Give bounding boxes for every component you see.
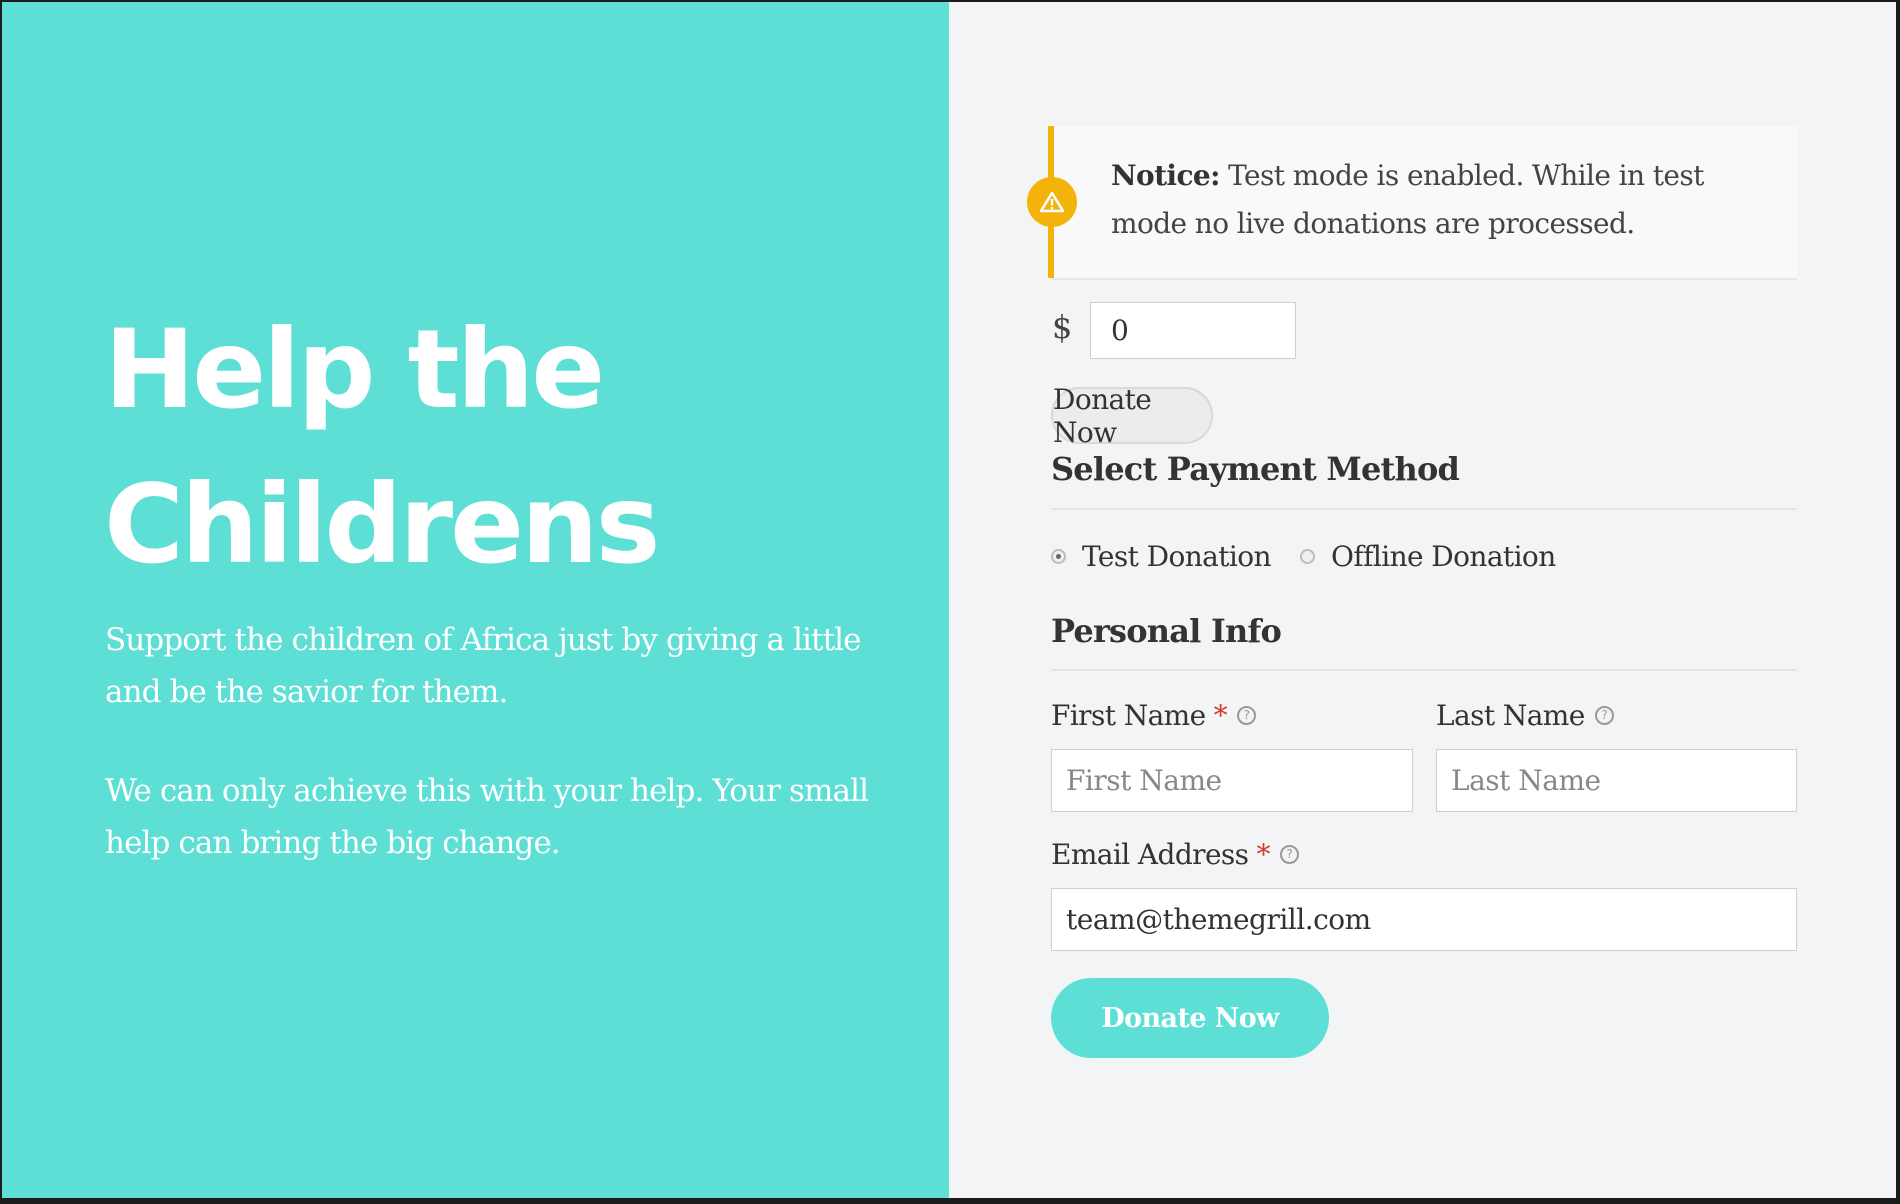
payment-option-offline-donation[interactable]: Offline Donation [1300,540,1556,573]
email-label: Email Address * ? [1051,838,1299,871]
required-asterisk: * [1256,838,1270,871]
donate-now-submit-button[interactable]: Donate Now [1051,978,1329,1058]
donate-now-amount-button[interactable]: Donate Now [1051,383,1213,449]
hero-title: Help the Childrens [104,292,864,602]
warning-icon [1027,177,1077,227]
notice-label: Notice: [1111,159,1220,192]
donation-page: Help the Childrens Support the children … [2,2,1896,1198]
first-name-field[interactable] [1051,749,1413,812]
notice-text: Notice: Test mode is enabled. While in t… [1111,152,1781,248]
help-icon[interactable]: ? [1594,706,1614,725]
hero-panel: Help the Childrens Support the children … [2,2,949,1198]
payment-divider [1051,508,1797,510]
personal-info-title: Personal Info [1051,612,1282,650]
last-name-field[interactable] [1436,749,1797,812]
payment-option-label: Test Donation [1082,540,1272,573]
radio-test-donation[interactable] [1051,549,1066,564]
help-icon[interactable]: ? [1279,845,1299,864]
currency-symbol: $ [1052,308,1073,346]
hero-description: Support the children of Africa just by g… [105,622,862,710]
first-name-label: First Name * ? [1051,699,1257,732]
test-mode-notice: Notice: Test mode is enabled. While in t… [1027,126,1797,280]
payment-option-test-donation[interactable]: Test Donation [1051,540,1272,573]
help-icon[interactable]: ? [1237,706,1257,725]
radio-offline-donation[interactable] [1300,549,1315,564]
payment-method-title: Select Payment Method [1051,450,1460,488]
email-label-text: Email Address [1051,838,1249,871]
required-asterisk: * [1213,699,1228,732]
hero-appeal: We can only achieve this with your help.… [105,773,869,861]
donation-amount-input[interactable] [1090,302,1296,359]
first-name-label-text: First Name [1051,699,1206,732]
payment-option-label: Offline Donation [1331,540,1556,573]
personal-info-divider [1051,669,1797,671]
last-name-label-text: Last Name [1436,699,1585,732]
email-field[interactable] [1051,888,1797,951]
last-name-label: Last Name ? [1436,699,1614,732]
hero-title-line-1: Help the [104,306,605,433]
hero-title-line-2: Childrens [104,461,661,588]
